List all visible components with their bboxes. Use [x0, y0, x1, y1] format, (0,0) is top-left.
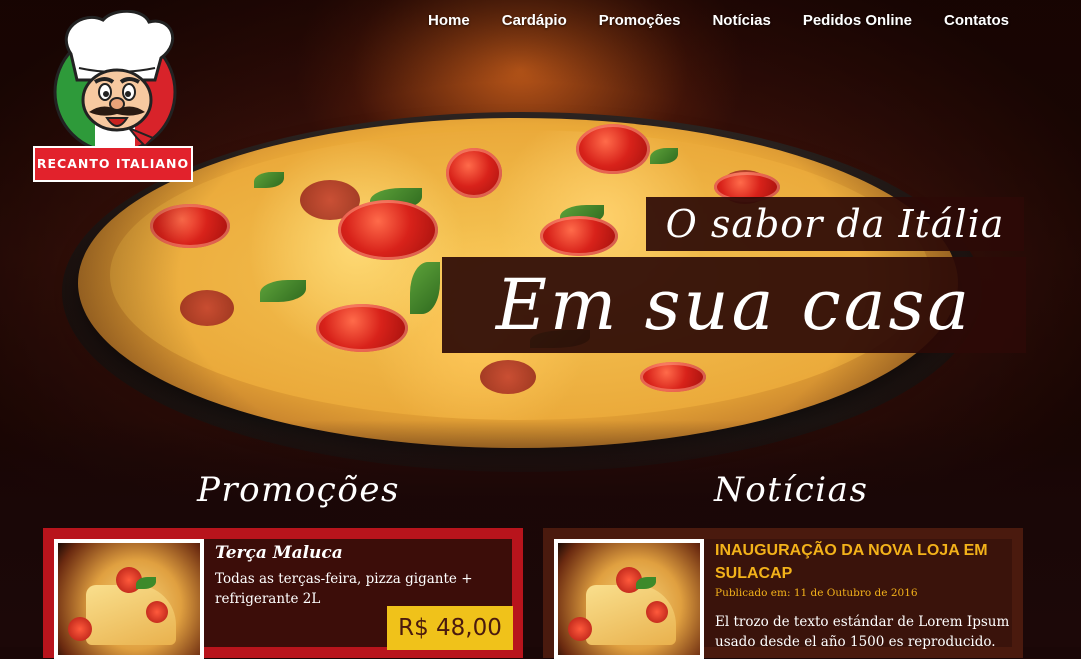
nav-item-contatos[interactable]: Contatos [928, 10, 1025, 31]
logo-badge: RECANTO ITALIANO [33, 146, 193, 182]
tomato-topping [540, 216, 618, 256]
tomato-topping [338, 200, 438, 260]
promo-card[interactable]: Terça Maluca Todas as terças-feira, pizz… [43, 528, 523, 659]
salami-topping [180, 290, 234, 326]
nav-item-cardapio[interactable]: Cardápio [486, 10, 583, 31]
main-nav: Home Cardápio Promoções Notícias Pedidos… [412, 10, 1025, 31]
chef-mascot-icon [53, 9, 177, 154]
promo-image[interactable] [54, 539, 204, 659]
tomato-topping [576, 124, 650, 174]
news-image[interactable] [554, 539, 704, 659]
news-body: El trozo de texto estándar de Lorem Ipsu… [715, 614, 1010, 650]
hero-slogan-line2: Em sua casa [442, 257, 1026, 353]
promo-title[interactable]: Terça Maluca [215, 543, 343, 563]
nav-item-home[interactable]: Home [412, 10, 486, 31]
nav-item-pedidos-online[interactable]: Pedidos Online [787, 10, 928, 31]
pizza-slice-image [58, 543, 200, 655]
pizza-slice-image [558, 543, 700, 655]
nav-item-promocoes[interactable]: Promoções [583, 10, 697, 31]
hero-slogan-line1: O sabor da Itália [646, 197, 1024, 251]
site-logo[interactable]: RECANTO ITALIANO [33, 9, 195, 185]
news-title[interactable]: INAUGURAÇÃO DA NOVA LOJA EM SULACAP [715, 539, 1015, 585]
promo-description: Todas as terças-feira, pizza gigante + r… [215, 571, 473, 607]
tomato-topping [446, 148, 502, 198]
nav-item-noticias[interactable]: Notícias [696, 10, 786, 31]
news-card[interactable]: INAUGURAÇÃO DA NOVA LOJA EM SULACAP Publ… [543, 528, 1023, 659]
tomato-topping [316, 304, 408, 352]
salami-topping [480, 360, 536, 394]
news-date: Publicado em: 11 de Outubro de 2016 [715, 587, 918, 599]
news-heading: Notícias [714, 470, 869, 510]
promo-price: R$ 48,00 [387, 606, 513, 650]
promotions-heading: Promoções [197, 470, 400, 510]
tomato-topping [150, 204, 230, 248]
tomato-topping [640, 362, 706, 392]
